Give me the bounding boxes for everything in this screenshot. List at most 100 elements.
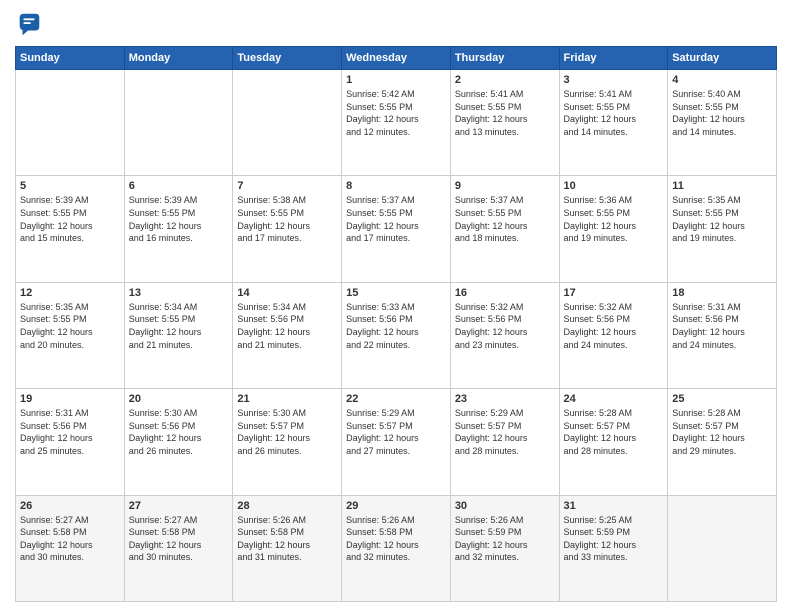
day-header-friday: Friday bbox=[559, 47, 668, 70]
day-info: Sunrise: 5:32 AM Sunset: 5:56 PM Dayligh… bbox=[564, 301, 664, 351]
day-number: 24 bbox=[564, 393, 664, 405]
day-info: Sunrise: 5:27 AM Sunset: 5:58 PM Dayligh… bbox=[129, 514, 229, 564]
calendar-cell: 25 Sunrise: 5:28 AM Sunset: 5:57 PM Dayli… bbox=[668, 389, 777, 495]
day-number: 29 bbox=[346, 500, 446, 512]
calendar-cell: 12 Sunrise: 5:35 AM Sunset: 5:55 PM Dayli… bbox=[16, 282, 125, 388]
week-row-2: 5 Sunrise: 5:39 AM Sunset: 5:55 PM Daylig… bbox=[16, 176, 777, 282]
day-number: 27 bbox=[129, 500, 229, 512]
day-number: 17 bbox=[564, 287, 664, 299]
day-header-wednesday: Wednesday bbox=[342, 47, 451, 70]
day-info: Sunrise: 5:35 AM Sunset: 5:55 PM Dayligh… bbox=[20, 301, 120, 351]
day-info: Sunrise: 5:41 AM Sunset: 5:55 PM Dayligh… bbox=[455, 88, 555, 138]
calendar-cell: 19 Sunrise: 5:31 AM Sunset: 5:56 PM Dayli… bbox=[16, 389, 125, 495]
day-info: Sunrise: 5:25 AM Sunset: 5:59 PM Dayligh… bbox=[564, 514, 664, 564]
day-info: Sunrise: 5:30 AM Sunset: 5:57 PM Dayligh… bbox=[237, 407, 337, 457]
header-row: SundayMondayTuesdayWednesdayThursdayFrid… bbox=[16, 47, 777, 70]
day-number: 15 bbox=[346, 287, 446, 299]
day-info: Sunrise: 5:31 AM Sunset: 5:56 PM Dayligh… bbox=[20, 407, 120, 457]
day-info: Sunrise: 5:36 AM Sunset: 5:55 PM Dayligh… bbox=[564, 194, 664, 244]
calendar-cell: 14Sunrise: 5:34 AM Sunset: 5:56 PM Dayli… bbox=[233, 282, 342, 388]
day-number: 16 bbox=[455, 287, 555, 299]
calendar-cell: 1 Sunrise: 5:42 AM Sunset: 5:55 PM Daylig… bbox=[342, 70, 451, 176]
week-row-4: 19 Sunrise: 5:31 AM Sunset: 5:56 PM Dayli… bbox=[16, 389, 777, 495]
day-info: Sunrise: 5:26 AM Sunset: 5:58 PM Dayligh… bbox=[346, 514, 446, 564]
day-number: 20 bbox=[129, 393, 229, 405]
day-info: Sunrise: 5:26 AM Sunset: 5:59 PM Dayligh… bbox=[455, 514, 555, 564]
day-number: 18 bbox=[672, 287, 772, 299]
calendar-cell: 22Sunrise: 5:29 AM Sunset: 5:57 PM Dayli… bbox=[342, 389, 451, 495]
day-info: Sunrise: 5:29 AM Sunset: 5:57 PM Dayligh… bbox=[346, 407, 446, 457]
day-number: 4 bbox=[672, 74, 772, 86]
calendar-cell: 4 Sunrise: 5:40 AM Sunset: 5:55 PM Daylig… bbox=[668, 70, 777, 176]
day-info: Sunrise: 5:40 AM Sunset: 5:55 PM Dayligh… bbox=[672, 88, 772, 138]
day-number: 8 bbox=[346, 180, 446, 192]
day-number: 9 bbox=[455, 180, 555, 192]
calendar-cell: 31 Sunrise: 5:25 AM Sunset: 5:59 PM Dayli… bbox=[559, 495, 668, 601]
calendar-cell: 24 Sunrise: 5:28 AM Sunset: 5:57 PM Dayli… bbox=[559, 389, 668, 495]
day-info: Sunrise: 5:29 AM Sunset: 5:57 PM Dayligh… bbox=[455, 407, 555, 457]
day-number: 19 bbox=[20, 393, 120, 405]
day-number: 21 bbox=[237, 393, 337, 405]
week-row-3: 12 Sunrise: 5:35 AM Sunset: 5:55 PM Dayli… bbox=[16, 282, 777, 388]
day-number: 3 bbox=[564, 74, 664, 86]
calendar-cell: 16 Sunrise: 5:32 AM Sunset: 5:56 PM Dayli… bbox=[450, 282, 559, 388]
day-info: Sunrise: 5:28 AM Sunset: 5:57 PM Dayligh… bbox=[672, 407, 772, 457]
day-info: Sunrise: 5:41 AM Sunset: 5:55 PM Dayligh… bbox=[564, 88, 664, 138]
calendar-cell bbox=[668, 495, 777, 601]
calendar-cell: 27 Sunrise: 5:27 AM Sunset: 5:58 PM Dayli… bbox=[124, 495, 233, 601]
day-info: Sunrise: 5:38 AM Sunset: 5:55 PM Dayligh… bbox=[237, 194, 337, 244]
day-number: 26 bbox=[20, 500, 120, 512]
calendar-cell: 3 Sunrise: 5:41 AM Sunset: 5:55 PM Daylig… bbox=[559, 70, 668, 176]
day-info: Sunrise: 5:30 AM Sunset: 5:56 PM Dayligh… bbox=[129, 407, 229, 457]
day-number: 7 bbox=[237, 180, 337, 192]
calendar-cell bbox=[16, 70, 125, 176]
calendar-cell: 6 Sunrise: 5:39 AM Sunset: 5:55 PM Daylig… bbox=[124, 176, 233, 282]
day-header-monday: Monday bbox=[124, 47, 233, 70]
day-number: 14 bbox=[237, 287, 337, 299]
calendar-cell: 18 Sunrise: 5:31 AM Sunset: 5:56 PM Dayli… bbox=[668, 282, 777, 388]
calendar-table: SundayMondayTuesdayWednesdayThursdayFrid… bbox=[15, 46, 777, 602]
day-info: Sunrise: 5:27 AM Sunset: 5:58 PM Dayligh… bbox=[20, 514, 120, 564]
day-number: 12 bbox=[20, 287, 120, 299]
day-number: 13 bbox=[129, 287, 229, 299]
day-header-thursday: Thursday bbox=[450, 47, 559, 70]
week-row-1: 1 Sunrise: 5:42 AM Sunset: 5:55 PM Daylig… bbox=[16, 70, 777, 176]
header bbox=[15, 10, 777, 38]
calendar-cell: 8 Sunrise: 5:37 AM Sunset: 5:55 PM Daylig… bbox=[342, 176, 451, 282]
day-info: Sunrise: 5:28 AM Sunset: 5:57 PM Dayligh… bbox=[564, 407, 664, 457]
day-number: 30 bbox=[455, 500, 555, 512]
day-number: 25 bbox=[672, 393, 772, 405]
calendar-cell: 5 Sunrise: 5:39 AM Sunset: 5:55 PM Daylig… bbox=[16, 176, 125, 282]
calendar-cell: 7 Sunrise: 5:38 AM Sunset: 5:55 PM Daylig… bbox=[233, 176, 342, 282]
day-header-tuesday: Tuesday bbox=[233, 47, 342, 70]
logo bbox=[15, 10, 47, 38]
calendar-cell: 9Sunrise: 5:37 AM Sunset: 5:55 PM Daylig… bbox=[450, 176, 559, 282]
day-number: 11 bbox=[672, 180, 772, 192]
logo-icon bbox=[15, 10, 43, 38]
day-number: 31 bbox=[564, 500, 664, 512]
calendar-page: SundayMondayTuesdayWednesdayThursdayFrid… bbox=[0, 0, 792, 612]
day-number: 10 bbox=[564, 180, 664, 192]
day-info: Sunrise: 5:42 AM Sunset: 5:55 PM Dayligh… bbox=[346, 88, 446, 138]
day-info: Sunrise: 5:39 AM Sunset: 5:55 PM Dayligh… bbox=[129, 194, 229, 244]
day-number: 1 bbox=[346, 74, 446, 86]
day-number: 2 bbox=[455, 74, 555, 86]
day-info: Sunrise: 5:32 AM Sunset: 5:56 PM Dayligh… bbox=[455, 301, 555, 351]
day-number: 6 bbox=[129, 180, 229, 192]
day-number: 5 bbox=[20, 180, 120, 192]
calendar-cell: 20 Sunrise: 5:30 AM Sunset: 5:56 PM Dayli… bbox=[124, 389, 233, 495]
calendar-cell: 11Sunrise: 5:35 AM Sunset: 5:55 PM Dayli… bbox=[668, 176, 777, 282]
calendar-cell bbox=[233, 70, 342, 176]
calendar-cell: 15Sunrise: 5:33 AM Sunset: 5:56 PM Dayli… bbox=[342, 282, 451, 388]
day-info: Sunrise: 5:31 AM Sunset: 5:56 PM Dayligh… bbox=[672, 301, 772, 351]
calendar-cell: 17 Sunrise: 5:32 AM Sunset: 5:56 PM Dayli… bbox=[559, 282, 668, 388]
day-info: Sunrise: 5:37 AM Sunset: 5:55 PM Dayligh… bbox=[346, 194, 446, 244]
calendar-cell: 30 Sunrise: 5:26 AM Sunset: 5:59 PM Dayli… bbox=[450, 495, 559, 601]
calendar-cell: 26 Sunrise: 5:27 AM Sunset: 5:58 PM Dayli… bbox=[16, 495, 125, 601]
calendar-cell bbox=[124, 70, 233, 176]
calendar-cell: 21 Sunrise: 5:30 AM Sunset: 5:57 PM Dayli… bbox=[233, 389, 342, 495]
day-header-sunday: Sunday bbox=[16, 47, 125, 70]
day-info: Sunrise: 5:39 AM Sunset: 5:55 PM Dayligh… bbox=[20, 194, 120, 244]
calendar-cell: 28Sunrise: 5:26 AM Sunset: 5:58 PM Dayli… bbox=[233, 495, 342, 601]
calendar-cell: 23Sunrise: 5:29 AM Sunset: 5:57 PM Dayli… bbox=[450, 389, 559, 495]
